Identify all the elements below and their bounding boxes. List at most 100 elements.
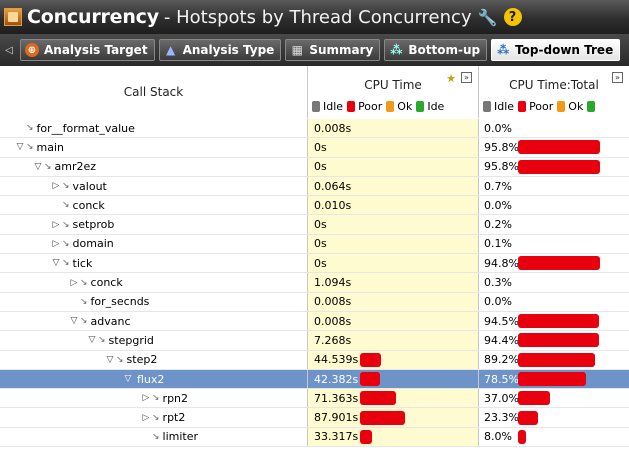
tree-row[interactable]: ▷ ↘ domain 0s 0.1%: [0, 234, 629, 255]
function-arrow-icon: ↘: [98, 335, 106, 346]
tree-row[interactable]: ▽ ↘ stepgrid 7.268s 94.4%: [0, 331, 629, 351]
cpu-time-total-cell: 78.5%: [479, 369, 629, 389]
top-down-tree-icon: ⁂: [496, 43, 510, 57]
cpu-time-total-value: 78.5%: [484, 372, 519, 386]
tree-row[interactable]: ▷ ↘ setprob 0s 0.2%: [0, 215, 629, 235]
cpu-time-cell: 87.901s: [308, 408, 479, 427]
cpu-time-total-cell: 0.0%: [479, 119, 629, 137]
star-icon: ★: [446, 72, 456, 85]
function-name: conck: [72, 198, 105, 212]
expand-column-icon[interactable]: »: [461, 72, 472, 83]
tree-row[interactable]: ▽ flux2 42.382s 78.5%: [0, 369, 629, 390]
cpu-time-total-cell: 0.1%: [479, 235, 629, 253]
tree-row[interactable]: ▽ ↘ main 0s 95.8%: [0, 138, 629, 158]
cpu-time-value: 1.094s: [314, 276, 352, 290]
function-name: for_secnds: [90, 295, 150, 309]
tree-row[interactable]: ▷ ↘ rpn2 71.363s 37.0%: [0, 389, 629, 409]
function-name: main: [36, 140, 65, 154]
tree-row[interactable]: ▷ ↘ rpt2 87.901s 23.3%: [0, 408, 629, 428]
cpu-time-value: 44.539s: [314, 353, 359, 367]
cpu-time-cell: 7.268s: [308, 331, 479, 350]
app-icon: [4, 8, 22, 26]
cpu-time-legend: Idle Poor Ok Ide: [310, 100, 446, 113]
cpu-time-value: 0s: [314, 237, 327, 251]
tab-analysis-target[interactable]: ⊕ Analysis Target: [20, 39, 155, 61]
window-subtitle: - Hotspots by Thread Concurrency: [163, 6, 472, 28]
expand-twisty-icon[interactable]: ▷: [68, 278, 80, 288]
function-arrow-icon: ↘: [80, 296, 88, 307]
call-stack-cell: ▽ flux2: [0, 369, 308, 389]
expand-twisty-icon[interactable]: ▷: [50, 239, 62, 249]
function-name: for__format_value: [36, 121, 135, 135]
expand-twisty-icon[interactable]: ▷: [140, 393, 152, 403]
tree-row[interactable]: ↘ limiter 33.317s 8.0%: [0, 427, 629, 448]
expand-twisty-icon[interactable]: ▷: [140, 413, 152, 423]
cpu-time-total-cell: 8.0%: [479, 428, 629, 446]
call-stack-cell: ▽ ↘ advanc: [0, 311, 308, 331]
function-name: step2: [126, 353, 158, 367]
tab-label: Analysis Type: [182, 43, 275, 57]
help-icon[interactable]: ?: [503, 8, 522, 26]
cpu-time-value: 0.010s: [314, 198, 352, 212]
collapse-twisty-icon[interactable]: ▽: [14, 142, 26, 152]
tree-row[interactable]: ▽ ↘ amr2ez 0s 95.8%: [0, 157, 629, 177]
cpu-time-total-value: 0.1%: [484, 237, 512, 251]
cpu-time-value: 0s: [314, 140, 327, 154]
cpu-time-total-value: 0.0%: [484, 295, 512, 309]
tree-row[interactable]: ▽ ↘ advanc 0.008s 94.5%: [0, 311, 629, 332]
tree-row[interactable]: ▷ ↘ valout 0.064s 0.7%: [0, 176, 629, 197]
collapse-twisty-icon[interactable]: ▽: [50, 258, 62, 268]
column-header-cpu-time[interactable]: CPU Time ★ » Idle Poor Ok Ide: [308, 66, 479, 118]
tree-row[interactable]: ▷ ↘ conck 1.094s 0.3%: [0, 273, 629, 293]
collapse-twisty-icon[interactable]: ▽: [104, 355, 116, 365]
collapse-twisty-icon[interactable]: ▽: [68, 316, 80, 326]
tab-label: Bottom-up: [408, 43, 481, 57]
call-stack-cell: ▷ ↘ setprob: [0, 215, 308, 234]
collapse-twisty-icon[interactable]: ▽: [86, 335, 98, 345]
column-header-call-stack[interactable]: Call Stack: [0, 66, 308, 118]
function-name: advanc: [90, 314, 131, 328]
cpu-time-bar: [360, 429, 373, 444]
cpu-time-total-cell: 0.7%: [479, 177, 629, 195]
column-title: Call Stack: [123, 85, 184, 99]
collapse-twisty-icon[interactable]: ▽: [122, 374, 134, 384]
expand-twisty-icon[interactable]: ▷: [50, 181, 62, 191]
call-stack-cell: ▽ ↘ stepgrid: [0, 331, 308, 350]
tree-row[interactable]: ▽ ↘ step2 44.539s 89.2%: [0, 350, 629, 370]
tab-bar: ◁ ⊕ Analysis Target ▲ Analysis Type ▦ Su…: [0, 34, 629, 66]
tree-row[interactable]: ▽ ↘ tick 0s 94.8%: [0, 254, 629, 274]
cpu-time-cell: 33.317s: [308, 427, 479, 447]
column-header-cpu-time-total[interactable]: CPU Time:Total » Idle Poor Ok: [479, 66, 629, 118]
cpu-time-value: 0s: [314, 160, 327, 174]
tree-row[interactable]: ↘ for__format_value 0.008s 0.0%: [0, 119, 629, 139]
cpu-time-total-bar: [518, 352, 595, 367]
tab-bottom-up[interactable]: ⁂ Bottom-up: [384, 39, 488, 61]
function-arrow-icon: ↘: [80, 316, 88, 327]
tab-label: Top-down Tree: [515, 43, 614, 57]
legend-item-idle: Idle: [481, 100, 514, 113]
expand-column-icon[interactable]: »: [612, 72, 623, 83]
function-name: conck: [90, 276, 123, 290]
cpu-time-total-bar: [518, 159, 600, 174]
cpu-time-value: 0.008s: [314, 295, 352, 309]
cpu-time-value: 71.363s: [314, 391, 359, 405]
expand-twisty-icon[interactable]: ▷: [50, 220, 62, 230]
tab-summary[interactable]: ▦ Summary: [285, 39, 381, 61]
cpu-time-total-cell: 0.2%: [479, 215, 629, 233]
tab-top-down-tree[interactable]: ⁂ Top-down Tree: [491, 39, 621, 61]
cpu-time-total-value: 37.0%: [484, 391, 519, 405]
function-arrow-icon: ↘: [62, 219, 70, 230]
tab-scroll-left-icon[interactable]: ◁: [2, 45, 16, 56]
cpu-time-total-bar: [518, 429, 526, 444]
tree-row[interactable]: ↘ conck 0.010s 0.0%: [0, 196, 629, 216]
cpu-time-cell: 1.094s: [308, 273, 479, 292]
window-title: Concurrency: [27, 6, 159, 28]
wrench-icon[interactable]: 🔧: [478, 8, 498, 27]
cpu-time-total-value: 0.2%: [484, 218, 512, 232]
tree-row[interactable]: ↘ for_secnds 0.008s 0.0%: [0, 292, 629, 312]
cpu-time-value: 0s: [314, 256, 327, 270]
call-stack-cell: ▽ ↘ amr2ez: [0, 157, 308, 176]
cpu-time-total-cell: 95.8%: [479, 158, 629, 176]
collapse-twisty-icon[interactable]: ▽: [32, 162, 44, 172]
tab-analysis-type[interactable]: ▲ Analysis Type: [158, 39, 282, 61]
